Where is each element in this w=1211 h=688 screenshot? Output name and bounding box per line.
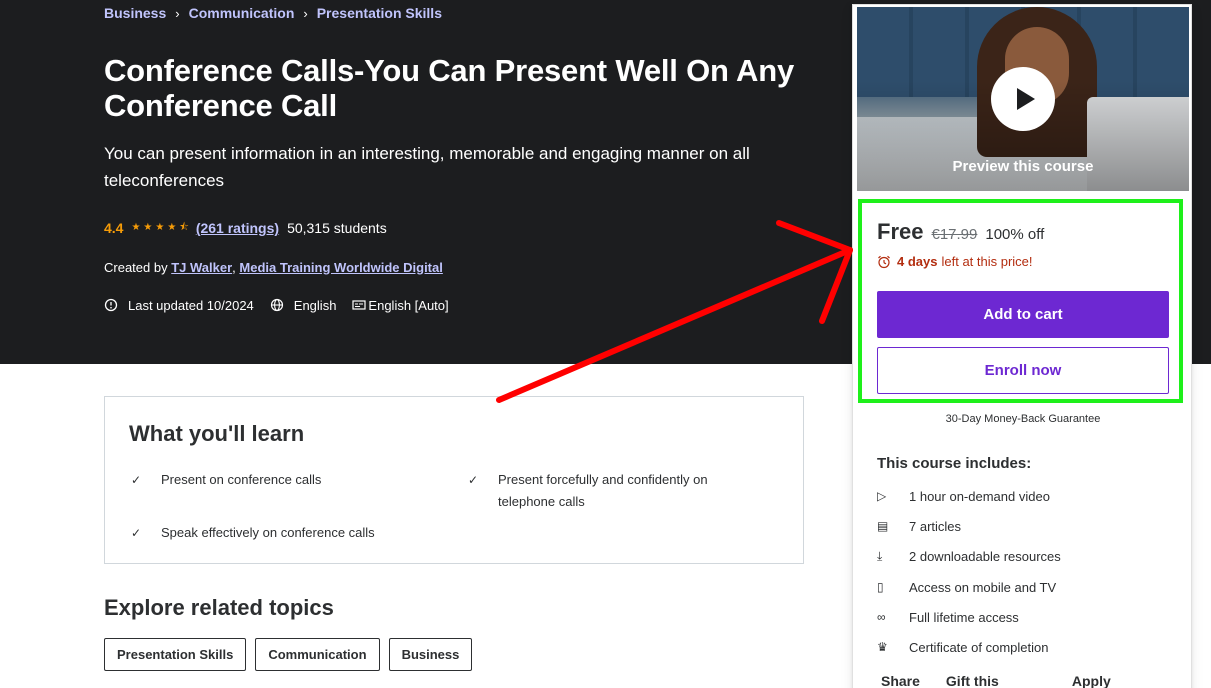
list-item: ♛ Certificate of completion [877,638,1048,656]
learn-item-text: Present on conference calls [161,472,322,487]
captions: English [Auto] [352,297,449,313]
language: English [270,297,337,313]
created-by: Created by TJ Walker , Media Training Wo… [104,258,443,276]
learn-title: What you'll learn [129,421,305,446]
share-button[interactable]: Share [881,673,920,688]
last-updated-text: Last updated 10/2024 [128,297,254,313]
language-text: English [293,297,337,313]
course-preview[interactable]: Preview this course [857,7,1189,191]
list-item: ✓ Speak effectively on conference calls [129,522,449,544]
preview-label[interactable]: Preview this course [857,158,1189,175]
list-item: ⤓ 2 downloadable resources [877,547,1061,565]
apply-coupon-button[interactable]: Apply Coupon [1072,673,1165,688]
topic-presentation-skills[interactable]: Presentation Skills [104,638,247,671]
video-icon: ▷ [877,489,887,503]
what-youll-learn: What you'll learn ✓ Present on conferenc… [104,396,804,564]
globe-icon [270,298,283,312]
learn-item-text: Present forcefully and confidently on te… [498,472,708,509]
trophy-icon: ♛ [877,640,888,654]
last-updated: Last updated 10/2024 [104,298,254,313]
author-separator: , [232,259,236,275]
chevron-right-icon: › [175,5,180,21]
play-icon[interactable] [991,67,1055,131]
list-item: ▤ 7 articles [877,517,961,535]
include-text: 1 hour on-demand video [909,488,1050,504]
rating-value: 4.4 [104,220,124,236]
author-link-media-training[interactable]: Media Training Worldwide Digital [239,260,442,275]
learn-item-text: Speak effectively on conference calls [161,525,375,540]
list-item: ▷ 1 hour on-demand video [877,487,1050,505]
explore-title: Explore related topics [104,595,334,620]
topic-business[interactable]: Business [388,638,473,671]
check-icon: ✓ [468,473,479,487]
topic-communication[interactable]: Communication [255,638,380,671]
student-count: 50,315 students [287,220,387,236]
includes-title: This course includes: [877,455,1032,472]
check-icon: ✓ [131,473,142,487]
star-rating-icon: ★★★★⯪ [131,221,192,233]
card-links: Share Gift this course Apply Coupon [881,673,1191,688]
article-icon: ▤ [877,519,889,533]
page-title: Conference Calls-You Can Present Well On… [104,53,795,123]
mobile-icon: ▯ [877,580,884,594]
include-text: 7 articles [909,518,962,534]
money-back-guarantee: 30-Day Money-Back Guarantee [945,413,1101,425]
include-text: 2 downloadable resources [909,548,1061,564]
author-link-tj-walker[interactable]: TJ Walker [171,260,232,275]
course-meta: Last updated 10/2024 English English [Au… [104,296,465,314]
infinity-icon: ∞ [877,610,886,624]
course-subtitle: You can present information in an intere… [104,144,750,190]
ratings-link[interactable]: (261 ratings) [196,220,279,236]
breadcrumb-communication[interactable]: Communication [189,5,295,21]
breadcrumb-business[interactable]: Business [104,5,166,21]
include-text: Certificate of completion [909,639,1049,655]
download-icon: ⤓ [877,548,883,563]
breadcrumb: Business › Communication › Presentation … [104,4,442,22]
captions-text: English [Auto] [368,297,449,313]
gift-course-button[interactable]: Gift this course [946,673,1046,688]
annotation-highlight-box [858,199,1183,403]
list-item: ✓ Present forcefully and confidently on … [466,469,766,513]
check-icon: ✓ [131,526,142,540]
list-item: ✓ Present on conference calls [129,469,449,491]
include-text: Access on mobile and TV [909,579,1057,595]
alert-badge-icon [104,298,118,312]
include-text: Full lifetime access [909,609,1019,625]
closed-captions-icon [352,300,367,310]
breadcrumb-presentation-skills[interactable]: Presentation Skills [317,5,442,21]
list-item: ∞ Full lifetime access [877,608,1019,626]
related-topics: Presentation Skills Communication Busine… [104,638,481,671]
rating-row: 4.4 ★★★★⯪ (261 ratings) 50,315 students [104,219,387,237]
list-item: ▯ Access on mobile and TV [877,578,1056,596]
created-by-label: Created by [104,259,168,275]
chevron-right-icon: › [303,5,308,21]
